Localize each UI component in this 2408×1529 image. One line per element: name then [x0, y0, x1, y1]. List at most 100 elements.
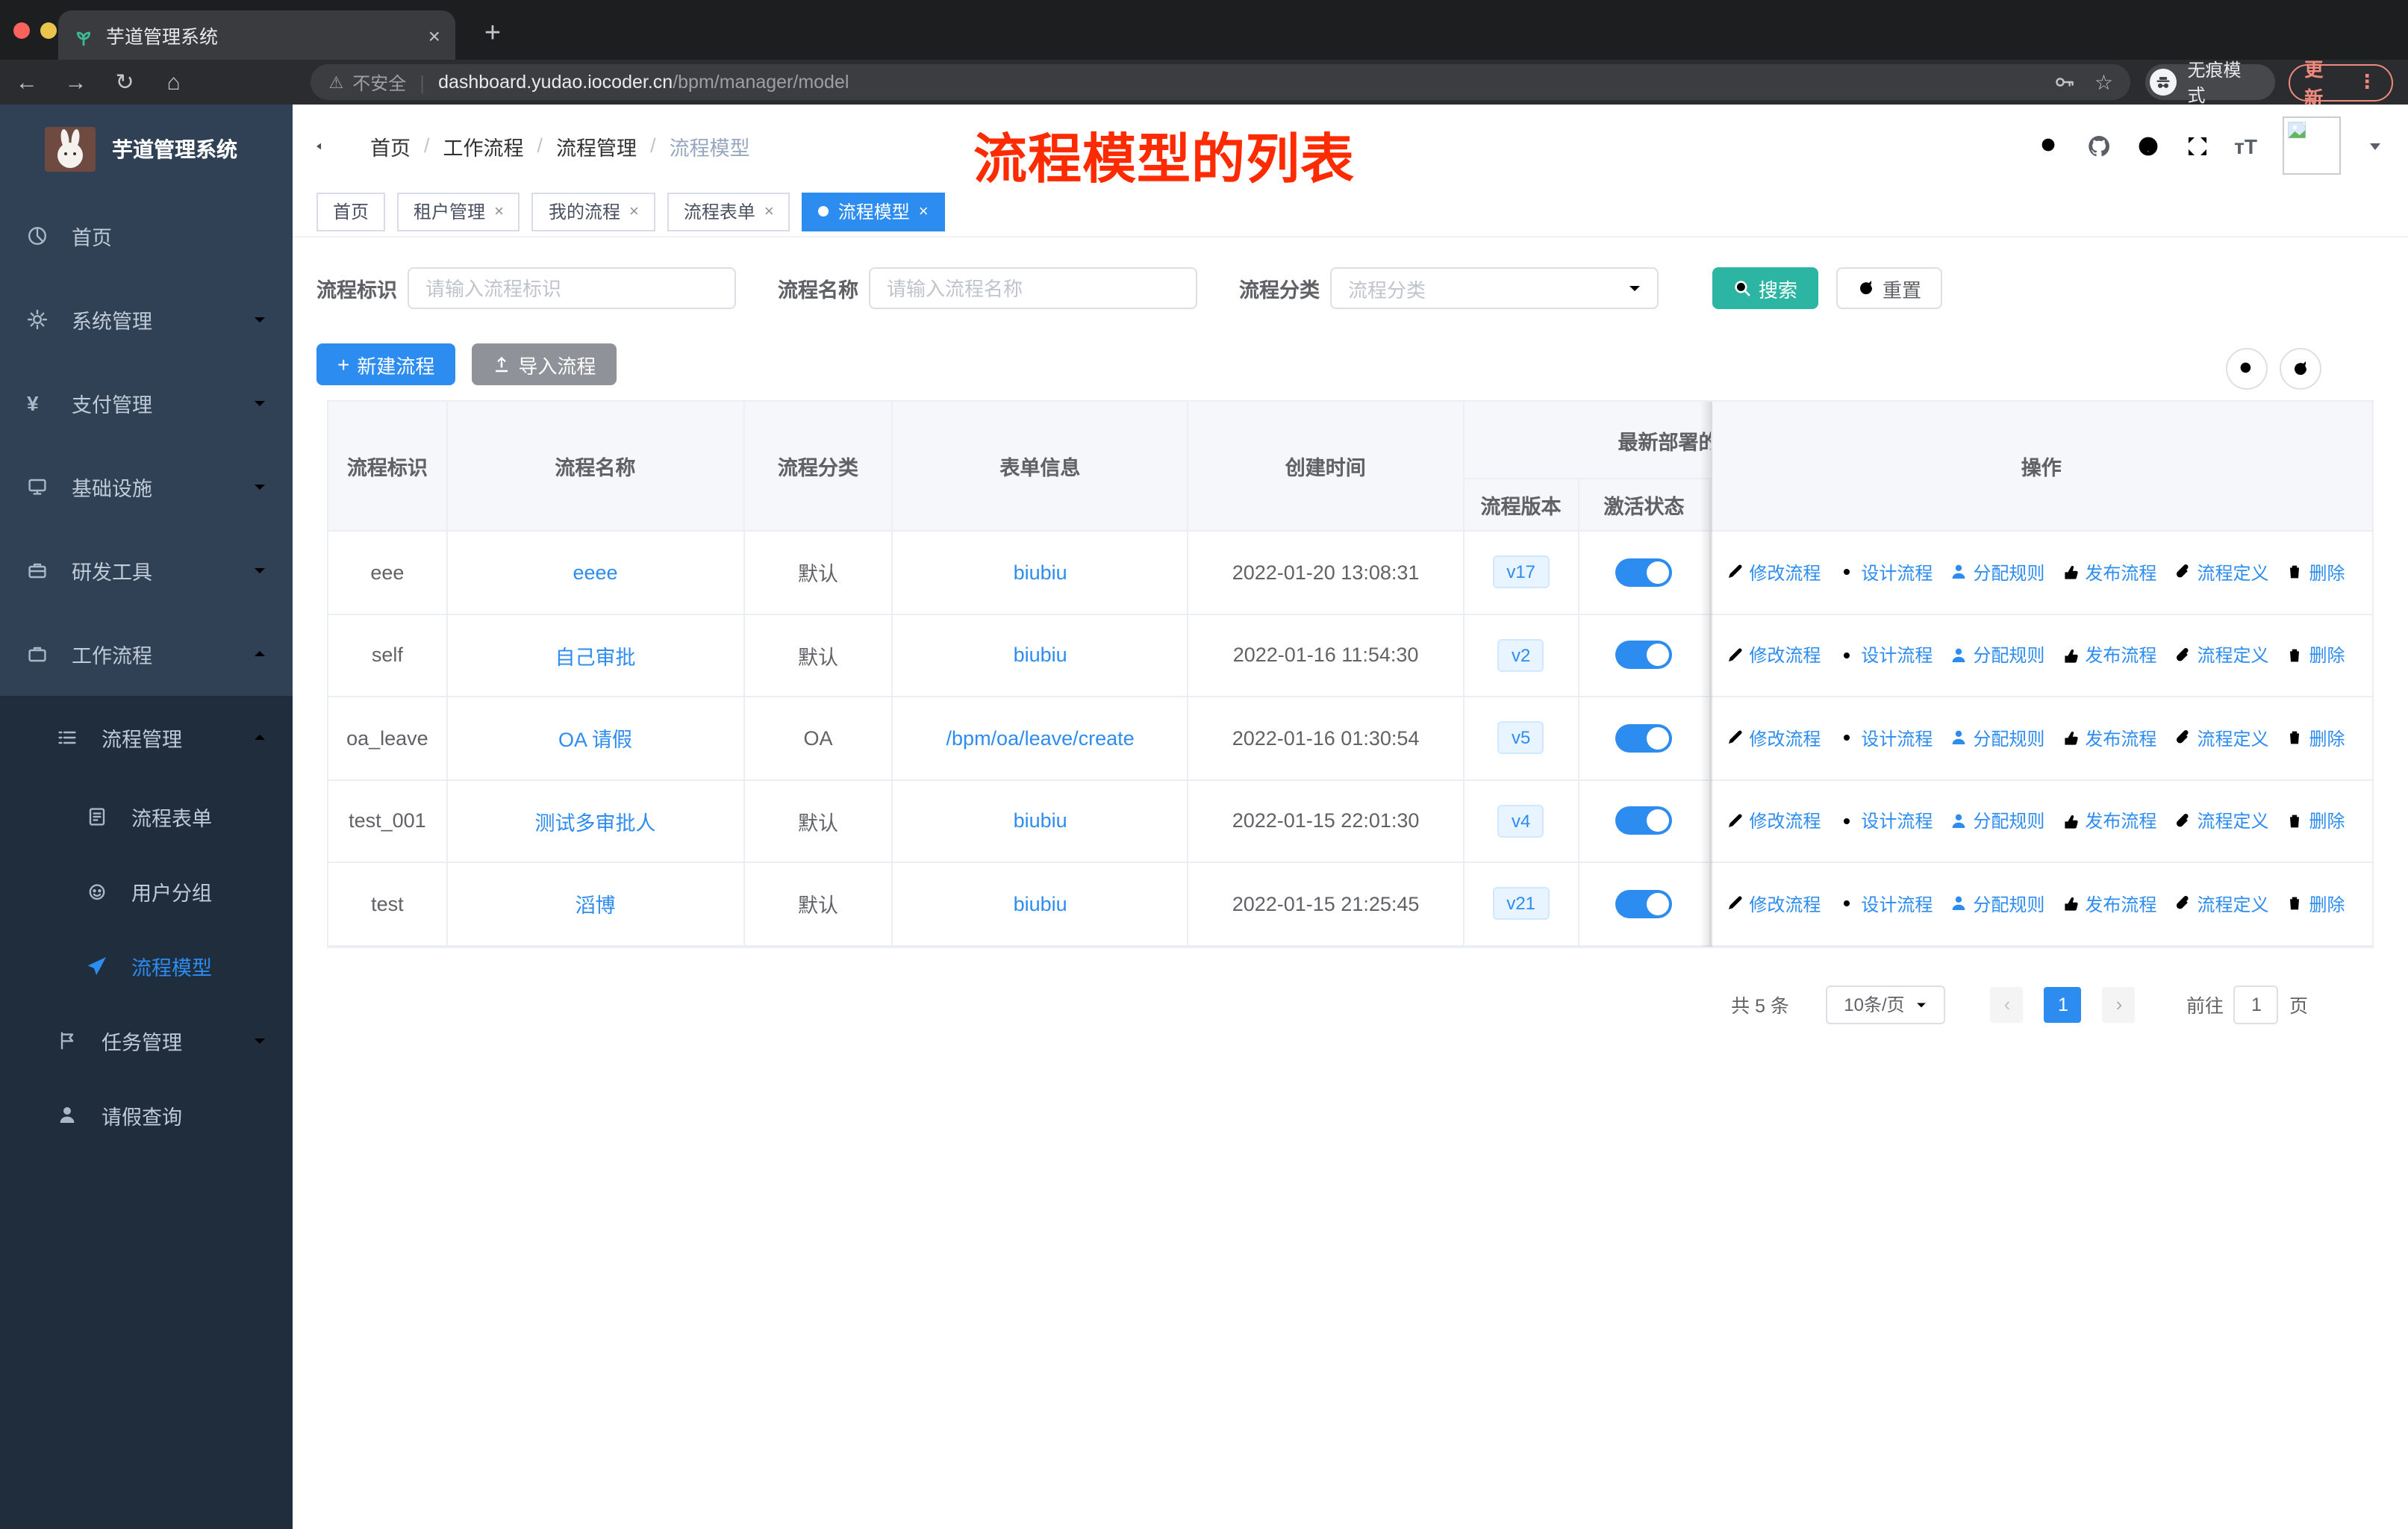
active-toggle[interactable]	[1615, 806, 1673, 835]
action-design-link[interactable]: 设计流程	[1837, 560, 1933, 585]
fullscreen-icon[interactable]	[2185, 134, 2209, 158]
action-assign-link[interactable]: 分配规则	[1949, 560, 2044, 585]
process-name-link[interactable]: eeee	[573, 561, 617, 584]
action-publish-link[interactable]: 发布流程	[2061, 891, 2156, 917]
sidebar-item-user-group[interactable]: 用户分组	[0, 854, 293, 929]
action-design-link[interactable]: 设计流程	[1837, 643, 1933, 668]
sidebar-item-devtools[interactable]: 研发工具	[0, 529, 293, 612]
form-info-link[interactable]: biubiu	[1014, 810, 1067, 832]
sidebar-item-system[interactable]: 系统管理	[0, 278, 293, 361]
refresh-table-button[interactable]	[2280, 348, 2321, 390]
action-assign-link[interactable]: 分配规则	[1949, 809, 2044, 834]
action-delete-link[interactable]: 删除	[2285, 560, 2345, 585]
action-publish-link[interactable]: 发布流程	[2061, 726, 2156, 751]
home-button[interactable]: ⌂	[162, 69, 186, 95]
breadcrumb-home[interactable]: 首页	[370, 131, 411, 161]
avatar-caret-icon[interactable]	[2366, 137, 2384, 155]
action-design-link[interactable]: 设计流程	[1837, 891, 1933, 917]
next-page-button[interactable]: ›	[2102, 986, 2136, 1022]
create-process-button[interactable]: + 新建流程	[316, 343, 456, 385]
back-button[interactable]: ←	[15, 69, 39, 95]
process-key-input[interactable]	[408, 267, 736, 309]
bookmark-star-icon[interactable]: ☆	[2094, 69, 2113, 95]
active-toggle[interactable]	[1615, 889, 1673, 918]
action-definition-link[interactable]: 流程定义	[2173, 809, 2268, 834]
sidebar-item-workflow[interactable]: 工作流程	[0, 612, 293, 696]
collapse-sidebar-icon[interactable]	[314, 134, 337, 158]
prev-page-button[interactable]: ‹	[1990, 986, 2024, 1022]
process-name-link[interactable]: OA 请假	[558, 723, 632, 753]
key-icon[interactable]	[2054, 72, 2075, 93]
tag-close-icon[interactable]: ×	[629, 202, 639, 220]
reset-button[interactable]: 重置	[1836, 267, 1943, 309]
active-toggle[interactable]	[1615, 558, 1673, 587]
browser-tab[interactable]: 芋道管理系统 ×	[58, 10, 455, 60]
address-bar[interactable]: ⚠ 不安全 | dashboard.yudao.iocoder.cn /bpm/…	[311, 64, 2131, 100]
process-name-input[interactable]	[869, 267, 1197, 309]
action-assign-link[interactable]: 分配规则	[1949, 643, 2044, 668]
action-definition-link[interactable]: 流程定义	[2173, 643, 2268, 668]
form-info-link[interactable]: /bpm/oa/leave/create	[946, 727, 1135, 750]
current-page-button[interactable]: 1	[2044, 986, 2082, 1022]
minimize-window-button[interactable]	[40, 22, 57, 39]
font-size-icon[interactable]: тT	[2234, 134, 2257, 158]
sidebar-item-leave-query[interactable]: 请假查询	[0, 1078, 293, 1153]
action-edit-link[interactable]: 修改流程	[1725, 891, 1821, 917]
action-delete-link[interactable]: 删除	[2285, 891, 2345, 917]
process-name-link[interactable]: 滔博	[575, 889, 615, 919]
sidebar-item-process-form[interactable]: 流程表单	[0, 779, 293, 854]
action-definition-link[interactable]: 流程定义	[2173, 726, 2268, 751]
action-assign-link[interactable]: 分配规则	[1949, 891, 2044, 917]
action-definition-link[interactable]: 流程定义	[2173, 891, 2268, 917]
tag-my-process[interactable]: 我的流程 ×	[531, 192, 655, 231]
form-info-link[interactable]: biubiu	[1014, 561, 1067, 584]
action-definition-link[interactable]: 流程定义	[2173, 560, 2268, 585]
goto-page-input[interactable]	[2233, 985, 2279, 1024]
action-edit-link[interactable]: 修改流程	[1725, 643, 1821, 668]
breadcrumb-workflow[interactable]: 工作流程	[443, 131, 524, 161]
tag-close-icon[interactable]: ×	[919, 202, 929, 220]
action-edit-link[interactable]: 修改流程	[1725, 809, 1821, 834]
forward-button[interactable]: →	[64, 69, 88, 95]
action-edit-link[interactable]: 修改流程	[1725, 726, 1821, 751]
action-publish-link[interactable]: 发布流程	[2061, 809, 2156, 834]
sidebar-item-process-mgmt[interactable]: 流程管理	[0, 696, 293, 779]
tag-process-form[interactable]: 流程表单 ×	[667, 192, 790, 231]
action-delete-link[interactable]: 删除	[2285, 809, 2345, 834]
tag-home[interactable]: 首页	[316, 192, 386, 231]
close-window-button[interactable]	[13, 22, 30, 39]
action-assign-link[interactable]: 分配规则	[1949, 726, 2044, 751]
process-name-link[interactable]: 自己审批	[555, 641, 635, 670]
active-toggle[interactable]	[1615, 641, 1673, 670]
tag-close-icon[interactable]: ×	[494, 202, 504, 220]
action-edit-link[interactable]: 修改流程	[1725, 560, 1821, 585]
github-icon[interactable]	[2086, 134, 2110, 158]
action-publish-link[interactable]: 发布流程	[2061, 643, 2156, 668]
page-size-select[interactable]: 10条/页	[1826, 985, 1946, 1024]
form-info-link[interactable]: biubiu	[1014, 893, 1067, 915]
toggle-search-button[interactable]	[2226, 348, 2268, 390]
sidebar-item-task-mgmt[interactable]: 任务管理	[0, 1003, 293, 1078]
search-button[interactable]: 搜索	[1712, 267, 1819, 309]
help-icon[interactable]	[2136, 134, 2159, 158]
browser-menu-icon[interactable]: ⋮	[2357, 70, 2377, 94]
search-icon[interactable]	[2037, 134, 2061, 158]
sidebar-item-infra[interactable]: 基础设施	[0, 445, 293, 529]
tag-close-icon[interactable]: ×	[764, 202, 774, 220]
avatar[interactable]	[2283, 116, 2341, 175]
tag-process-model[interactable]: 流程模型 ×	[802, 192, 945, 231]
process-category-select[interactable]: 流程分类	[1330, 267, 1659, 309]
action-delete-link[interactable]: 删除	[2285, 726, 2345, 751]
reload-button[interactable]: ↻	[113, 69, 137, 96]
process-name-link[interactable]: 测试多审批人	[534, 806, 655, 836]
new-tab-button[interactable]: +	[472, 13, 514, 55]
action-publish-link[interactable]: 发布流程	[2061, 560, 2156, 585]
update-button[interactable]: 更新 ⋮	[2288, 60, 2394, 109]
form-info-link[interactable]: biubiu	[1014, 644, 1067, 667]
sidebar-item-payment[interactable]: ¥ 支付管理	[0, 361, 293, 445]
active-toggle[interactable]	[1615, 723, 1673, 753]
breadcrumb-process-mgmt[interactable]: 流程管理	[556, 131, 637, 161]
action-design-link[interactable]: 设计流程	[1837, 809, 1933, 834]
sidebar-item-process-model[interactable]: 流程模型	[0, 929, 293, 1003]
tab-close-icon[interactable]: ×	[428, 25, 440, 46]
